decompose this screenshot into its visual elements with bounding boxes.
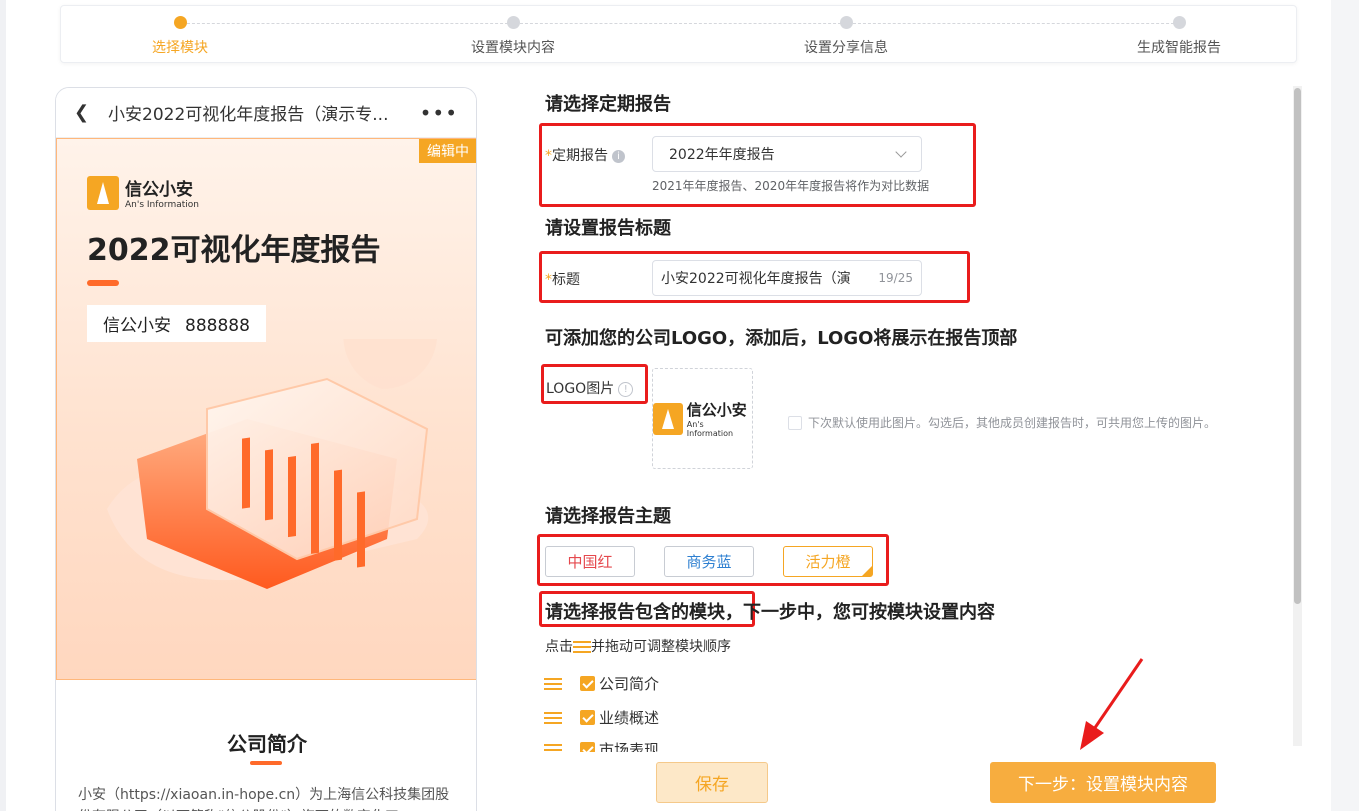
theme-heading: 请选择报告主题 bbox=[545, 506, 671, 527]
cover-accent-bar bbox=[87, 280, 119, 286]
phone-header: ❮ 小安2022可视化年度报告（演示专... ••• bbox=[56, 88, 476, 138]
phone-preview: ❮ 小安2022可视化年度报告（演示专... ••• 编辑中 信公小安 An's… bbox=[55, 87, 477, 811]
section-underline bbox=[250, 761, 282, 765]
step-set-share-info[interactable]: 设置分享信息 bbox=[766, 16, 926, 57]
more-icon[interactable]: ••• bbox=[420, 101, 458, 125]
wizard-steps: 选择模块 设置模块内容 设置分享信息 生成智能报告 bbox=[60, 5, 1297, 63]
step-generate-report[interactable]: 生成智能报告 bbox=[1099, 16, 1259, 57]
cover-brand-logo: 信公小安 An's Information bbox=[87, 175, 199, 210]
report-title-heading: 请设置报告标题 bbox=[545, 218, 671, 239]
section-heading: 公司简介 bbox=[227, 732, 307, 756]
step-label: 设置分享信息 bbox=[804, 40, 888, 56]
chevron-down-icon bbox=[895, 146, 907, 158]
select-value: 2022年年度报告 bbox=[669, 147, 775, 163]
drag-handle-icon[interactable] bbox=[544, 677, 562, 691]
report-cover[interactable]: 编辑中 信公小安 An's Information 2022可视化年度报告 信公… bbox=[56, 138, 476, 680]
checkbox-icon[interactable] bbox=[788, 415, 802, 430]
checkbox-checked-icon[interactable] bbox=[580, 676, 595, 691]
modules-instruction: 点击 并拖动可调整模块顺序 bbox=[545, 639, 731, 655]
uploaded-logo: 信公小安 An's Information bbox=[653, 399, 752, 438]
editing-badge: 编辑中 bbox=[419, 139, 476, 163]
module-item[interactable]: 业绩概述 bbox=[544, 707, 659, 728]
back-icon[interactable]: ❮ bbox=[74, 102, 98, 123]
title-input-value[interactable]: 小安2022可视化年度报告（演 bbox=[661, 268, 872, 288]
periodic-report-label: *定期报告 i bbox=[545, 145, 625, 165]
company-code: 888888 bbox=[185, 316, 250, 336]
module-label: 公司简介 bbox=[599, 675, 660, 693]
step-dot bbox=[506, 16, 520, 29]
brand-logo-icon bbox=[653, 402, 683, 435]
step-label: 选择模块 bbox=[152, 40, 208, 56]
checkbox-label: 下次默认使用此图片。勾选后，其他成员创建报告时，可共用您上传的图片。 bbox=[808, 416, 1217, 430]
modules-heading: 请选择报告包含的模块，下一步中，您可按模块设置内容 bbox=[545, 602, 995, 623]
right-gutter bbox=[1331, 0, 1359, 811]
bar-chart-illustration-icon bbox=[107, 339, 437, 589]
theme-business-blue-button[interactable]: 商务蓝 bbox=[664, 546, 754, 577]
logo-heading: 可添加您的公司LOGO，添加后，LOGO将展示在报告顶部 bbox=[545, 328, 1018, 349]
logo-label: LOGO图片! bbox=[546, 378, 634, 398]
step-set-module-content[interactable]: 设置模块内容 bbox=[433, 16, 593, 57]
title-char-count: 19/25 bbox=[878, 271, 913, 285]
title-input[interactable]: 小安2022可视化年度报告（演 19/25 bbox=[652, 260, 922, 296]
section-text: 小安（https://xiaoan.in-hope.cn）为上海信公科技集团股份… bbox=[78, 787, 450, 811]
brand-logo-icon bbox=[87, 175, 119, 210]
scrollbar-thumb[interactable] bbox=[1294, 88, 1301, 604]
brand-name-en: An's Information bbox=[686, 420, 734, 438]
company-name: 信公小安 bbox=[103, 316, 171, 336]
module-label: 业绩概述 bbox=[599, 709, 660, 727]
periodic-report-hint: 2021年年度报告、2020年年度报告将作为对比数据 bbox=[652, 179, 930, 193]
left-gutter bbox=[0, 0, 6, 811]
phone-title: 小安2022可视化年度报告（演示专... bbox=[108, 105, 389, 125]
brand-name-en: An's Information bbox=[125, 200, 199, 210]
title-label: *标题 bbox=[545, 272, 580, 288]
step-select-modules[interactable]: 选择模块 bbox=[100, 16, 260, 57]
step-dot bbox=[1172, 16, 1186, 29]
step-dot bbox=[839, 16, 853, 29]
logo-upload[interactable]: 信公小安 An's Information bbox=[652, 368, 753, 469]
report-wizard-page: 选择模块 设置模块内容 设置分享信息 生成智能报告 ❮ 小安2022可视化年度报… bbox=[0, 0, 1359, 811]
company-tag: 信公小安 888888 bbox=[87, 305, 266, 342]
step-label: 生成智能报告 bbox=[1137, 40, 1221, 56]
info-icon[interactable]: i bbox=[612, 149, 625, 163]
annotation-arrow-icon bbox=[1080, 658, 1144, 750]
form-scrollbar[interactable] bbox=[1293, 86, 1302, 746]
brand-name: 信公小安 bbox=[686, 401, 747, 419]
drag-handle-icon[interactable] bbox=[544, 711, 562, 725]
module-item[interactable]: 公司简介 bbox=[544, 673, 659, 694]
periodic-report-heading: 请选择定期报告 bbox=[545, 94, 671, 115]
theme-vitality-orange-button[interactable]: 活力橙 bbox=[783, 546, 873, 577]
next-step-button[interactable]: 下一步：设置模块内容 bbox=[990, 762, 1216, 803]
drag-handle-icon bbox=[573, 640, 591, 654]
periodic-report-select[interactable]: 2022年年度报告 bbox=[652, 136, 922, 172]
checkbox-checked-icon[interactable] bbox=[580, 710, 595, 725]
step-dot bbox=[173, 16, 187, 29]
brand-name: 信公小安 bbox=[125, 180, 193, 200]
cover-title: 2022可视化年度报告 bbox=[87, 233, 381, 268]
default-logo-checkbox[interactable]: 下次默认使用此图片。勾选后，其他成员创建报告时，可共用您上传的图片。 bbox=[788, 414, 1216, 431]
theme-china-red-button[interactable]: 中国红 bbox=[545, 546, 635, 577]
step-label: 设置模块内容 bbox=[471, 40, 555, 56]
save-button[interactable]: 保存 bbox=[656, 762, 768, 803]
info-icon[interactable]: ! bbox=[618, 381, 634, 397]
